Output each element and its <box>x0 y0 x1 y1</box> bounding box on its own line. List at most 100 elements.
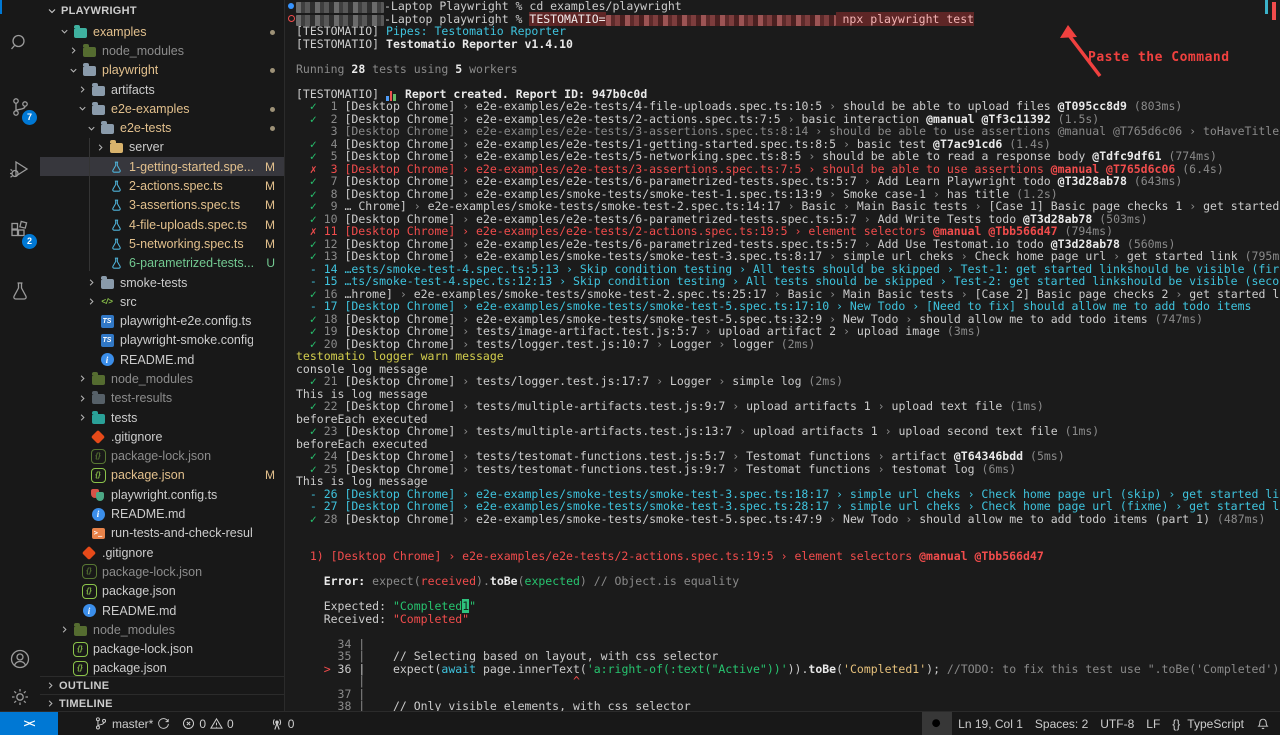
tree-item-package-lock-json[interactable]: {}package-lock.json <box>40 562 284 581</box>
tree-item-readme-md[interactable]: iREADME.md <box>40 601 284 620</box>
language-mode[interactable]: {} TypeScript <box>1166 712 1250 735</box>
section-timeline[interactable]: TIMELINE <box>40 694 284 712</box>
command-error-decoration-icon[interactable] <box>288 15 295 22</box>
git-status-badge: M <box>253 179 284 193</box>
chevron-right-icon <box>84 296 99 307</box>
test-flask-icon <box>108 178 124 194</box>
branch-icon <box>94 716 108 731</box>
branch-name: master* <box>112 717 153 731</box>
tree-item-tests[interactable]: tests <box>40 408 284 427</box>
indentation[interactable]: Spaces: 2 <box>1029 712 1094 735</box>
folder-icon <box>72 622 88 638</box>
tree-item-server[interactable]: server <box>40 138 284 157</box>
cursor-position[interactable]: Ln 19, Col 1 <box>952 712 1029 735</box>
command-success-decoration-icon[interactable] <box>288 3 294 9</box>
test-flask-icon <box>108 255 124 271</box>
git-status-badge: M <box>253 218 284 232</box>
tree-item--gitignore[interactable]: .gitignore <box>40 543 284 562</box>
typescript-file-icon: TS <box>99 332 115 348</box>
remote-indicator[interactable]: >< <box>0 712 58 735</box>
tree-item-playwright-e2e-config-ts[interactable]: TSplaywright-e2e.config.ts <box>40 311 284 330</box>
tree-item-3-assertions-spec-ts[interactable]: 3-assertions.spec.tsM <box>40 196 284 215</box>
active-view-indicator <box>0 0 2 14</box>
tree-item-readme-md[interactable]: iREADME.md <box>40 350 284 369</box>
git-status-badge: M <box>253 160 284 174</box>
tree-item-package-lock-json[interactable]: {}package-lock.json <box>40 447 284 466</box>
account-icon[interactable] <box>0 640 40 678</box>
status-bar-right: Ln 19, Col 1 Spaces: 2 UTF-8 LF {} TypeS… <box>922 712 1280 735</box>
magnifier-plus-icon <box>930 717 944 731</box>
tree-item-label: README.md <box>120 353 194 367</box>
tree-item-readme-md[interactable]: iREADME.md <box>40 504 284 523</box>
tree-item-2-actions-spec-ts[interactable]: 2-actions.spec.tsM <box>40 176 284 195</box>
run-and-debug-icon[interactable] <box>0 150 40 188</box>
tree-item-package-json[interactable]: {}package.json <box>40 582 284 601</box>
folder-icon <box>81 62 97 78</box>
folder-icon <box>72 24 88 40</box>
ports-item[interactable]: 0 <box>264 712 301 735</box>
test-flask-icon <box>108 159 124 175</box>
eol-sequence[interactable]: LF <box>1140 712 1166 735</box>
tree-item-e2e-examples[interactable]: e2e-examples <box>40 99 284 118</box>
tree-item-5-networking-spec-ts[interactable]: 5-networking.spec.tsM <box>40 234 284 253</box>
tree-item-smoke-tests[interactable]: smoke-tests <box>40 273 284 292</box>
chevron-down-icon <box>66 65 81 76</box>
tree-item-src[interactable]: </>src <box>40 292 284 311</box>
terminal-line: | ^ <box>296 675 1280 688</box>
chevron-down-icon <box>84 123 99 134</box>
source-control-icon[interactable]: 7 <box>0 88 40 126</box>
explorer-root-header[interactable]: PLAYWRIGHT <box>40 0 284 22</box>
extensions-icon[interactable]: 2 <box>0 212 40 250</box>
tree-item-playwright[interactable]: playwright <box>40 61 284 80</box>
problems-item[interactable]: 0 0 <box>176 712 239 735</box>
tree-item-e2e-tests[interactable]: e2e-tests <box>40 118 284 137</box>
terminal-panel[interactable]: -Laptop Playwright % cd examples/playwri… <box>285 0 1280 712</box>
testing-icon[interactable] <box>0 272 40 310</box>
gitignore-icon <box>90 429 106 445</box>
folder-icon <box>108 139 124 155</box>
tree-item-4-file-uploads-spec-ts[interactable]: 4-file-uploads.spec.tsM <box>40 215 284 234</box>
tree-item-node-modules[interactable]: node_modules <box>40 369 284 388</box>
chevron-right-icon <box>93 142 108 153</box>
zoom-indicator[interactable] <box>922 712 952 735</box>
terminal-line: Error: expect(received).toBe(expected) /… <box>296 575 1280 588</box>
tree-item-artifacts[interactable]: artifacts <box>40 80 284 99</box>
tree-item-label: package-lock.json <box>111 449 211 463</box>
tree-item-label: .gitignore <box>102 546 153 560</box>
tree-item-run-tests-and-check-results-sh[interactable]: >_run-tests-and-check-results.sh <box>40 524 284 543</box>
tree-item-label: package.json <box>111 468 185 482</box>
tree-item-test-results[interactable]: test-results <box>40 389 284 408</box>
tree-item-playwright-smoke-config-ts[interactable]: TSplaywright-smoke.config.ts <box>40 331 284 350</box>
git-status-badge: M <box>253 198 284 212</box>
readme-info-icon: i <box>90 506 106 522</box>
tree-item-1-getting-started-spe-[interactable]: 1-getting-started.spe...M <box>40 157 284 176</box>
terminal-line: testomatio logger warn message <box>296 350 1280 363</box>
indent-guide <box>89 138 90 271</box>
terminal-line: ✓ 28 [Desktop Chrome] › e2e-examples/smo… <box>296 513 1280 526</box>
section-outline-label: OUTLINE <box>59 680 109 692</box>
tree-item-node-modules[interactable]: node_modules <box>40 41 284 60</box>
terminal-output: -Laptop Playwright % cd examples/playwri… <box>296 0 1280 712</box>
tree-item-6-parametrized-tests-[interactable]: 6-parametrized-tests....U <box>40 254 284 273</box>
typescript-file-icon: TS <box>99 313 115 329</box>
section-outline[interactable]: OUTLINE <box>40 676 284 694</box>
tree-item-package-lock-json[interactable]: {}package-lock.json <box>40 640 284 659</box>
sidebar-sections: OUTLINE TIMELINE <box>40 676 284 712</box>
encoding[interactable]: UTF-8 <box>1094 712 1140 735</box>
tree-item-playwright-config-ts[interactable]: playwright.config.ts <box>40 485 284 504</box>
tree-item-label: .gitignore <box>111 430 162 444</box>
section-timeline-label: TIMELINE <box>59 698 113 710</box>
tree-item-label: 6-parametrized-tests.... <box>129 256 253 270</box>
tree-item-examples[interactable]: examples <box>40 22 284 41</box>
gitignore-icon <box>81 545 97 561</box>
git-branch-item[interactable]: master* <box>88 712 176 735</box>
tree-item-label: src <box>120 295 137 309</box>
chevron-right-icon <box>57 624 72 635</box>
notifications-bell[interactable] <box>1250 712 1280 735</box>
tree-item-node-modules[interactable]: node_modules <box>40 620 284 639</box>
search-icon[interactable] <box>0 24 40 62</box>
terminal-line: ✓ 22 [Desktop Chrome] › tests/multiple-a… <box>296 400 1280 413</box>
error-icon <box>182 717 195 730</box>
tree-item-package-json[interactable]: {}package.jsonM <box>40 466 284 485</box>
tree-item--gitignore[interactable]: .gitignore <box>40 427 284 446</box>
